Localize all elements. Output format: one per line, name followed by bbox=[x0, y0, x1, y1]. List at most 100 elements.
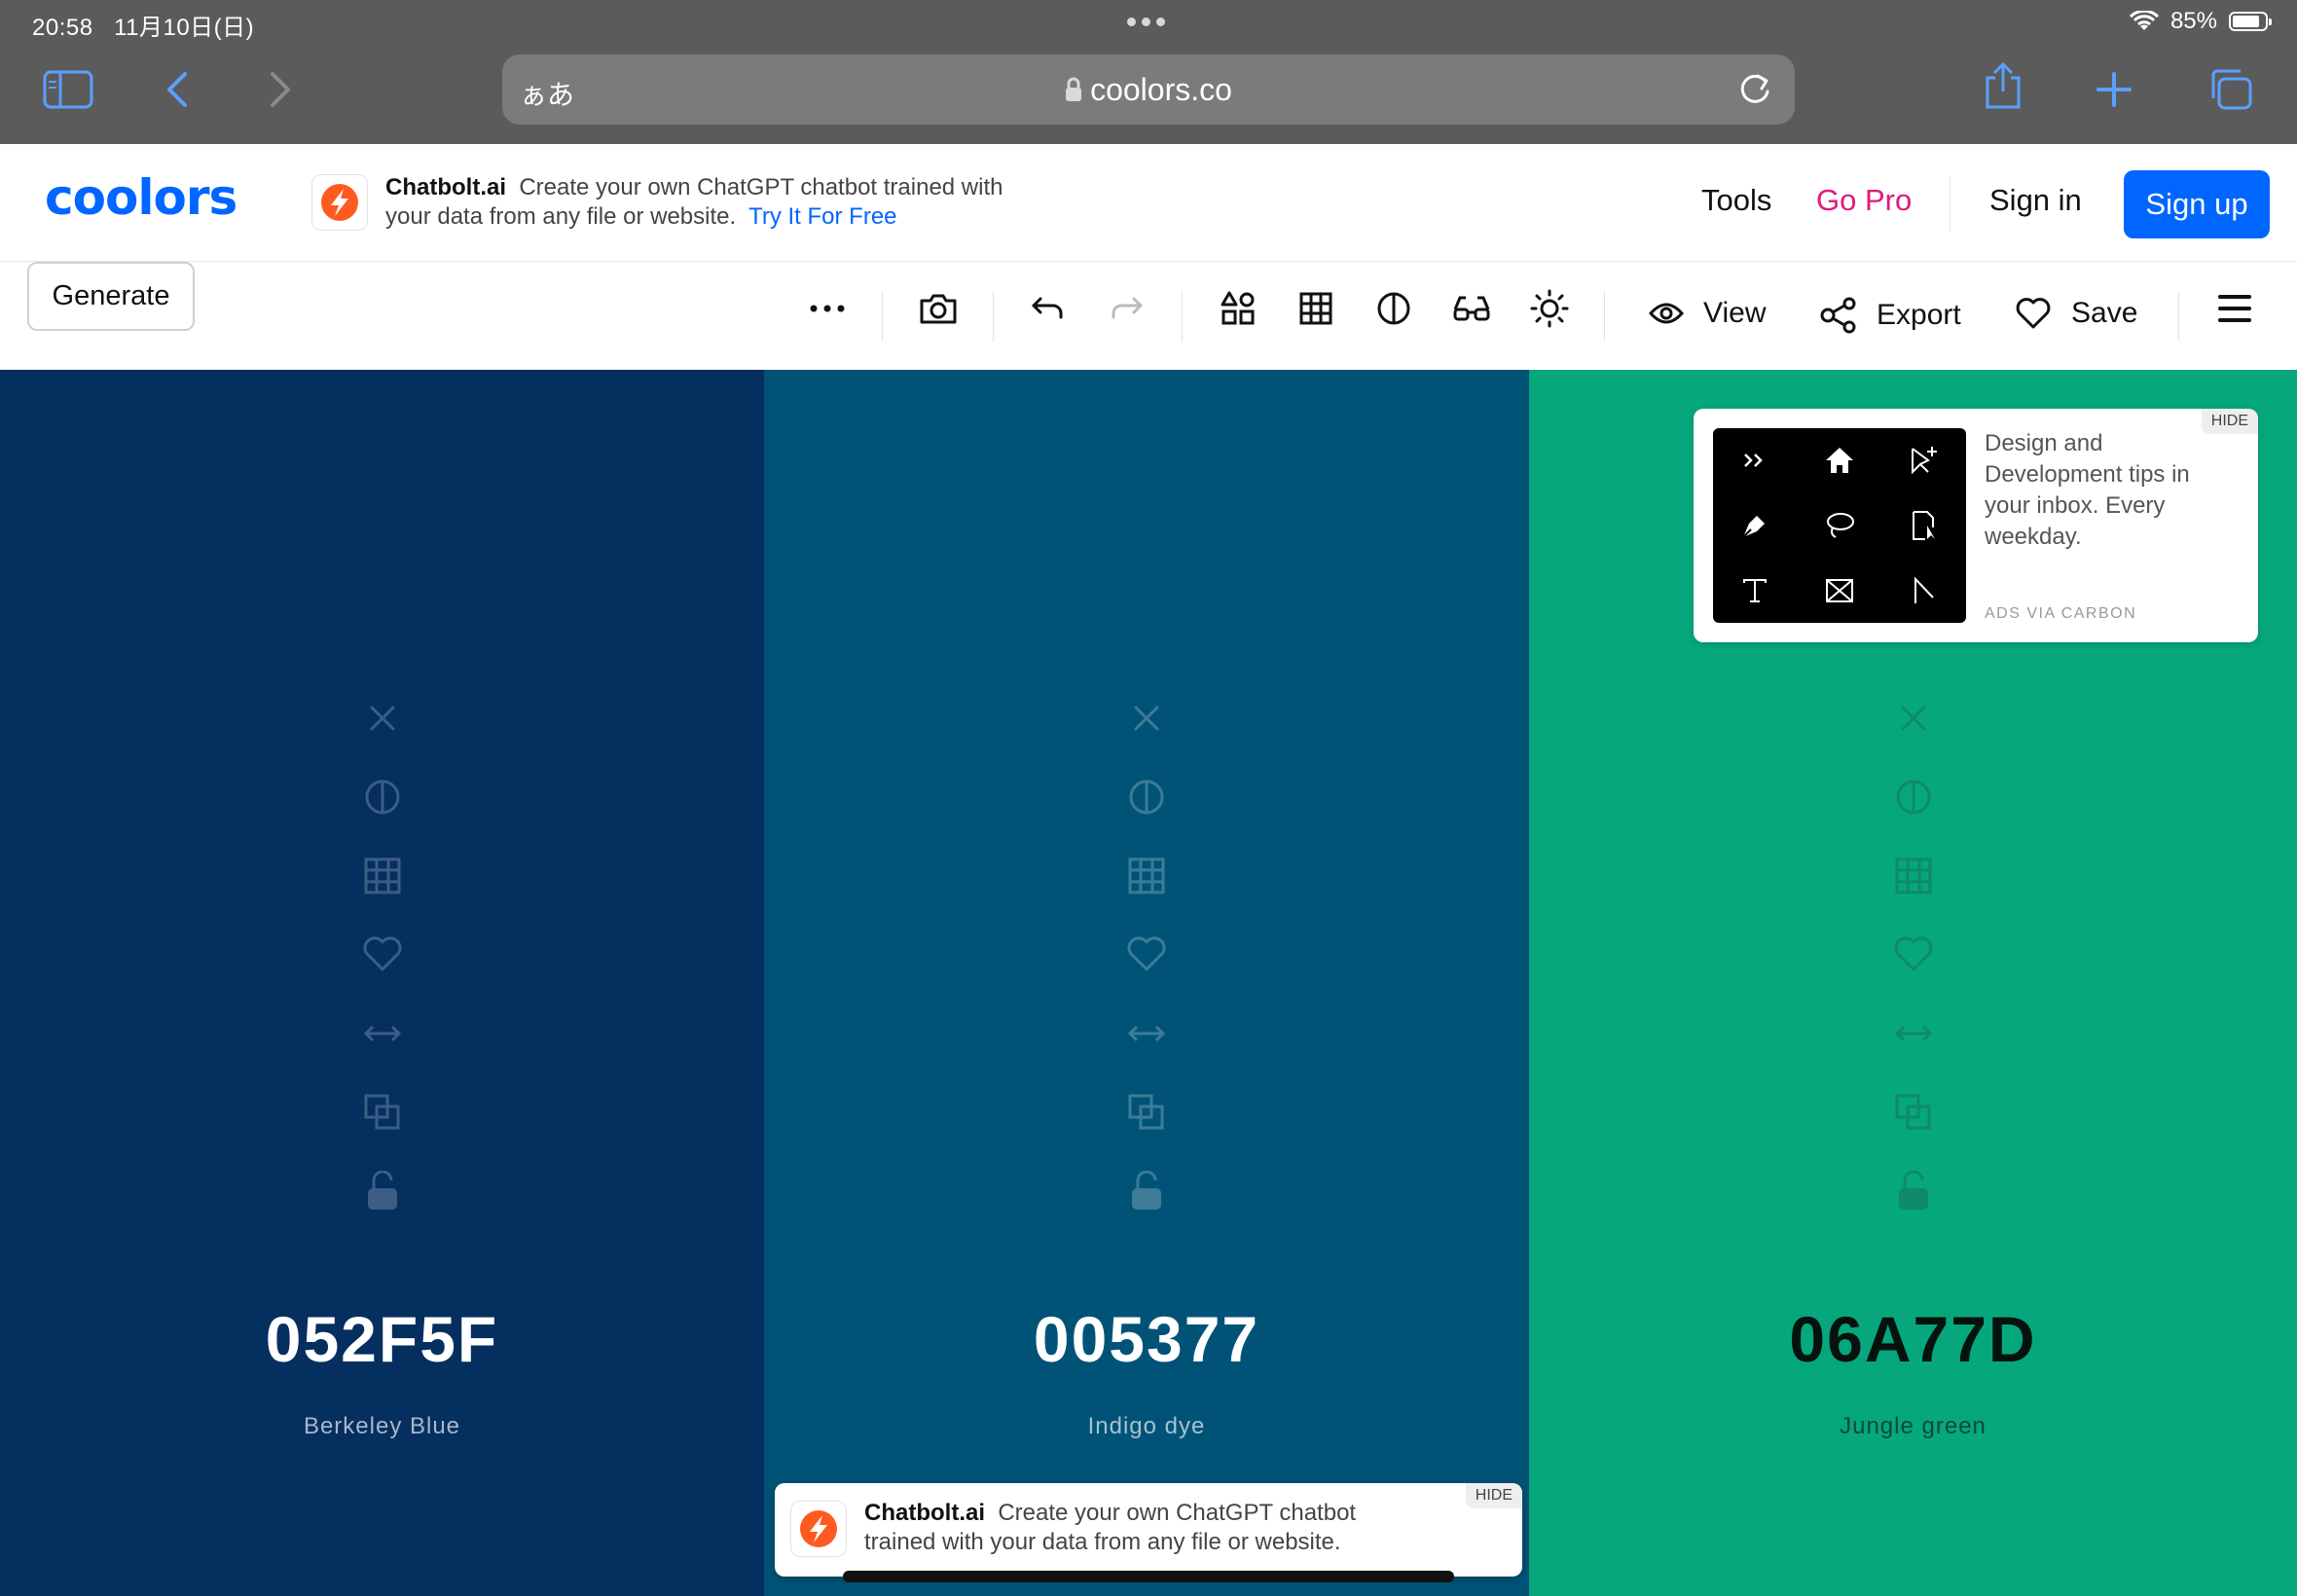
unlock-icon[interactable] bbox=[1892, 1170, 1935, 1213]
grid-icon[interactable] bbox=[1289, 281, 1343, 336]
site-header: coolors Chatbolt.ai Create your own Chat… bbox=[0, 144, 2297, 262]
color-hex-code[interactable]: 005377 bbox=[764, 1302, 1529, 1376]
copy-icon[interactable] bbox=[1125, 1091, 1168, 1134]
drag-arrows-icon[interactable] bbox=[1892, 1012, 1935, 1055]
color-hex-code[interactable]: 052F5F bbox=[0, 1302, 764, 1376]
undo-icon[interactable] bbox=[1020, 281, 1075, 336]
url-display[interactable]: coolors.co bbox=[502, 72, 1795, 108]
color-column[interactable]: 052F5F Berkeley Blue bbox=[0, 370, 764, 1596]
color-hex-code[interactable]: 06A77D bbox=[1529, 1302, 2297, 1376]
favorite-heart-icon[interactable] bbox=[361, 933, 404, 976]
nav-tools[interactable]: Tools bbox=[1701, 183, 1771, 218]
favorite-heart-icon[interactable] bbox=[1125, 933, 1168, 976]
remove-color-icon[interactable] bbox=[1892, 697, 1935, 740]
unlock-icon[interactable] bbox=[1125, 1170, 1168, 1213]
color-actions bbox=[764, 697, 1529, 1249]
browser-chrome: 20:58 11月10日(日) 85% ぁあ coolors.co bbox=[0, 0, 2297, 144]
carbon-ad-attribution[interactable]: ADS VIA CARBON bbox=[1985, 605, 2136, 623]
save-label: Save bbox=[2071, 297, 2138, 329]
shades-grid-icon[interactable] bbox=[361, 854, 404, 897]
address-bar[interactable]: ぁあ coolors.co bbox=[502, 54, 1795, 125]
camera-icon[interactable] bbox=[911, 281, 966, 336]
multitasking-dots[interactable] bbox=[1127, 18, 1165, 26]
carbon-ad-image[interactable] bbox=[1713, 428, 1966, 623]
chevrons-icon bbox=[1713, 428, 1798, 493]
header-ad[interactable]: Chatbolt.ai Create your own ChatGPT chat… bbox=[385, 173, 1008, 232]
favorite-heart-icon[interactable] bbox=[1892, 933, 1935, 976]
battery-percent: 85% bbox=[2169, 8, 2217, 34]
reload-icon[interactable] bbox=[1734, 68, 1775, 114]
color-name[interactable]: Indigo dye bbox=[764, 1413, 1529, 1440]
new-tab-icon[interactable] bbox=[2085, 60, 2143, 119]
pen-tool-icon bbox=[1713, 493, 1798, 559]
contrast-icon[interactable] bbox=[361, 776, 404, 818]
nav-divider bbox=[1950, 177, 1951, 232]
color-column[interactable]: 005377 Indigo dye bbox=[764, 370, 1529, 1596]
export-label: Export bbox=[1877, 299, 1961, 331]
shapes-icon[interactable] bbox=[1211, 281, 1265, 336]
home-indicator bbox=[843, 1571, 1454, 1582]
cursor-plus-icon bbox=[1881, 428, 1966, 493]
drag-arrows-icon[interactable] bbox=[1125, 1012, 1168, 1055]
hide-bottom-ad-button[interactable]: HIDE bbox=[1465, 1483, 1522, 1508]
forward-icon[interactable] bbox=[251, 60, 310, 119]
hide-ad-button[interactable]: HIDE bbox=[2201, 409, 2258, 434]
share-nodes-icon bbox=[1820, 297, 1856, 334]
generate-button[interactable]: Generate bbox=[27, 262, 195, 331]
tabs-overview-icon[interactable] bbox=[2202, 60, 2260, 119]
text-tool-icon bbox=[1713, 558, 1798, 623]
color-actions bbox=[0, 697, 764, 1249]
chatbolt-logo-icon[interactable] bbox=[790, 1501, 847, 1557]
color-actions bbox=[1529, 697, 2297, 1249]
ad-cta-link[interactable]: Try It For Free bbox=[748, 203, 896, 230]
chatbolt-logo-icon[interactable] bbox=[311, 174, 368, 231]
share-icon[interactable] bbox=[1974, 56, 2032, 115]
palette-toolbar: Generate View Export Save bbox=[0, 262, 2297, 370]
file-cursor-icon bbox=[1881, 493, 1966, 559]
bottom-ad-brand: Chatbolt.ai bbox=[864, 1500, 985, 1526]
sign-in-link[interactable]: Sign in bbox=[1989, 183, 2082, 218]
export-button[interactable]: Export bbox=[1820, 297, 1961, 334]
lock-icon bbox=[1066, 77, 1082, 101]
home-icon bbox=[1798, 428, 1882, 493]
remove-color-icon[interactable] bbox=[361, 697, 404, 740]
drag-arrows-icon[interactable] bbox=[361, 1012, 404, 1055]
ad-brand: Chatbolt.ai bbox=[385, 174, 506, 200]
contrast-icon[interactable] bbox=[1892, 776, 1935, 818]
heart-icon bbox=[2016, 298, 2051, 329]
color-name[interactable]: Jungle green bbox=[1529, 1413, 2297, 1440]
contrast-icon[interactable] bbox=[1125, 776, 1168, 818]
coolors-logo[interactable]: coolors bbox=[45, 169, 237, 226]
lasso-icon bbox=[1798, 493, 1882, 559]
angle-icon bbox=[1881, 558, 1966, 623]
more-options-icon[interactable] bbox=[800, 281, 855, 336]
copy-icon[interactable] bbox=[361, 1091, 404, 1134]
color-blindness-glasses-icon[interactable] bbox=[1444, 281, 1499, 336]
contrast-icon[interactable] bbox=[1367, 281, 1421, 336]
view-button[interactable]: View bbox=[1649, 297, 1766, 330]
status-indicators: 85% bbox=[2129, 8, 2272, 35]
color-name[interactable]: Berkeley Blue bbox=[0, 1413, 764, 1440]
copy-icon[interactable] bbox=[1892, 1091, 1935, 1134]
bottom-sticky-ad[interactable]: Chatbolt.ai Create your own ChatGPT chat… bbox=[775, 1483, 1522, 1577]
unlock-icon[interactable] bbox=[361, 1170, 404, 1213]
wifi-icon bbox=[2129, 11, 2159, 30]
carbon-ad-text[interactable]: Design and Development tips in your inbo… bbox=[1985, 428, 2218, 553]
sign-up-button[interactable]: Sign up bbox=[2124, 170, 2270, 238]
save-button[interactable]: Save bbox=[2015, 297, 2137, 330]
nav-go-pro[interactable]: Go Pro bbox=[1816, 183, 1912, 218]
shades-grid-icon[interactable] bbox=[1892, 854, 1935, 897]
redo-icon[interactable] bbox=[1100, 281, 1154, 336]
brightness-icon[interactable] bbox=[1522, 281, 1577, 336]
frame-icon bbox=[1798, 558, 1882, 623]
carbon-ad[interactable]: Design and Development tips in your inbo… bbox=[1694, 409, 2258, 642]
shades-grid-icon[interactable] bbox=[1125, 854, 1168, 897]
back-icon[interactable] bbox=[148, 60, 206, 119]
bottom-ad-text[interactable]: Chatbolt.ai Create your own ChatGPT chat… bbox=[864, 1499, 1429, 1557]
eye-icon bbox=[1649, 303, 1684, 324]
sidebar-toggle-icon[interactable] bbox=[39, 60, 97, 119]
hamburger-menu-icon[interactable] bbox=[2207, 281, 2262, 336]
battery-icon bbox=[2229, 12, 2272, 31]
status-time: 20:58 11月10日(日) bbox=[32, 15, 255, 41]
remove-color-icon[interactable] bbox=[1125, 697, 1168, 740]
